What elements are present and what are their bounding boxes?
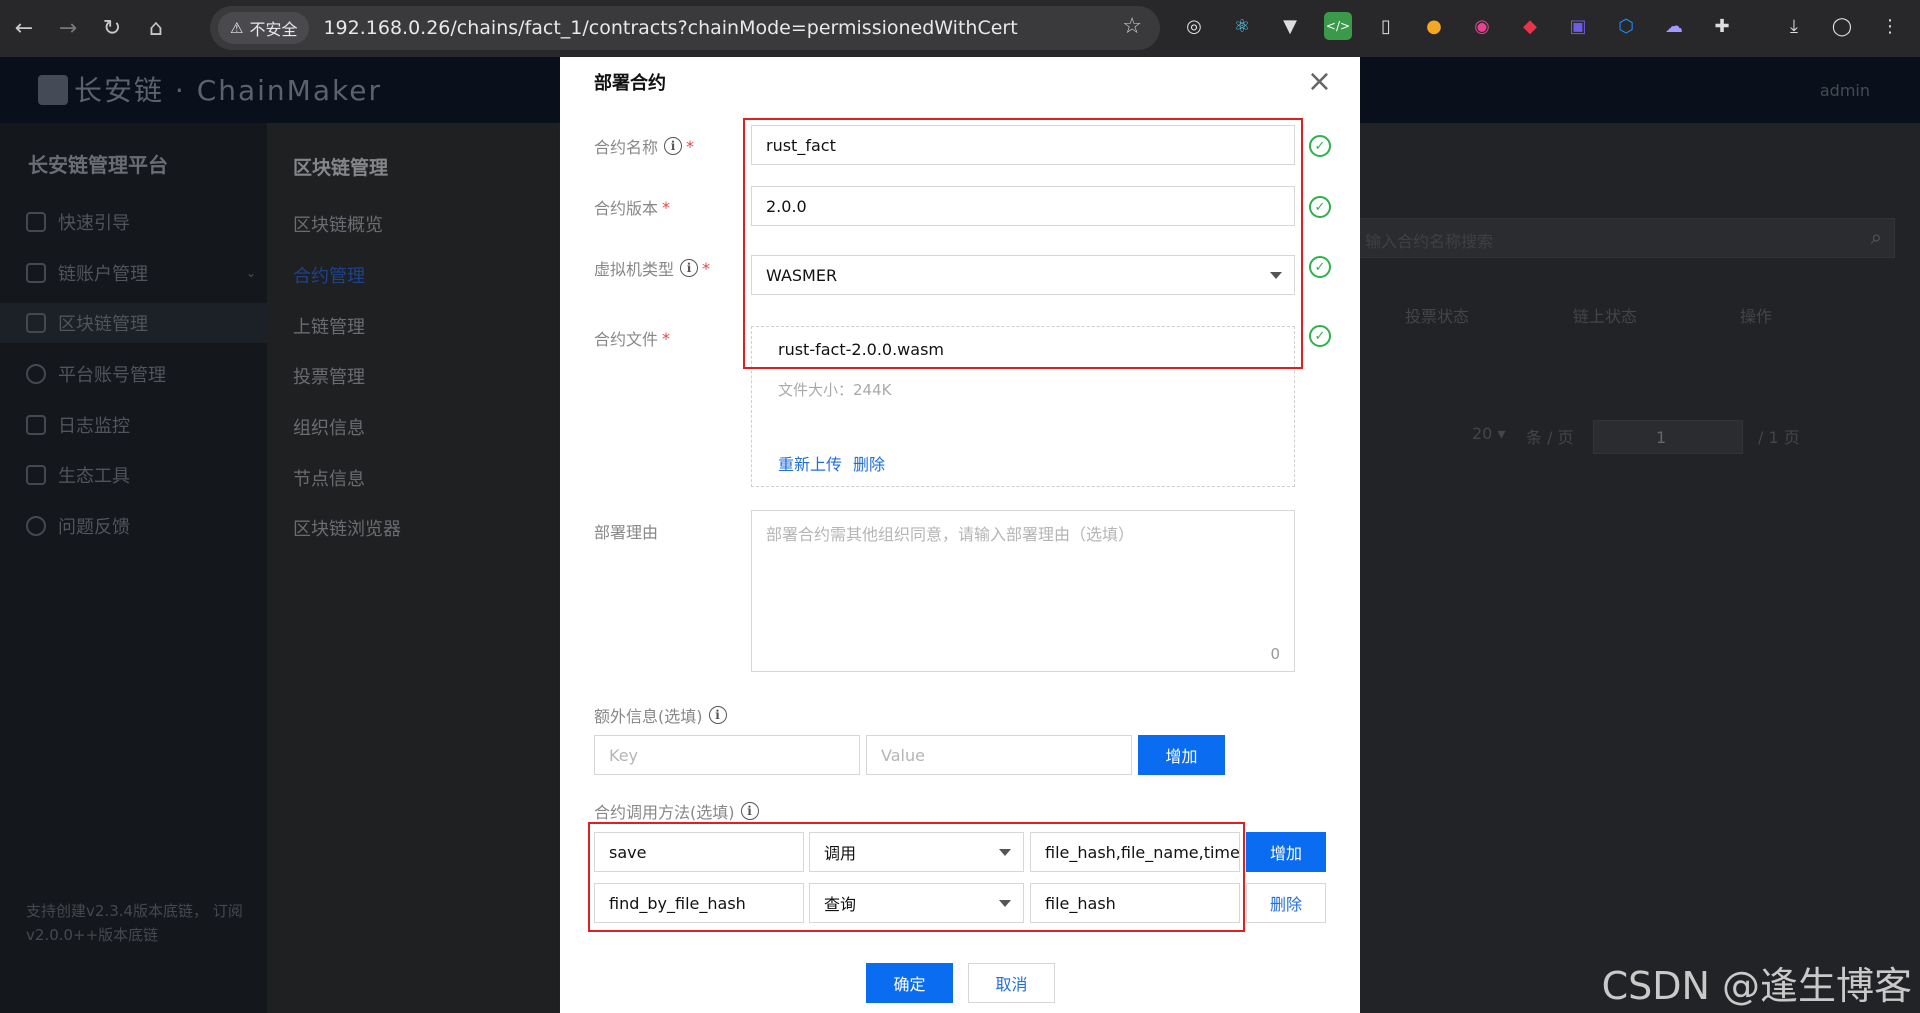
extra-value-input[interactable]: Value	[866, 735, 1132, 775]
close-icon[interactable]: ×	[1307, 67, 1332, 97]
extension-color-icon[interactable]: ●	[1420, 12, 1448, 40]
extension-circle-icon[interactable]: ◉	[1468, 12, 1496, 40]
extension-ghost-icon[interactable]: ☁	[1660, 12, 1688, 40]
extension-screenshot-icon[interactable]: ▣	[1564, 12, 1592, 40]
confirm-button[interactable]: 确定	[866, 963, 953, 1003]
highlight-box	[743, 118, 1303, 369]
methods-label: 合约调用方法(选填) i	[594, 799, 759, 823]
valid-check-icon: ✓	[1309, 325, 1331, 347]
extension-vue-icon[interactable]: ▼	[1276, 12, 1304, 40]
extension-react-icon[interactable]: ⚛	[1228, 12, 1256, 40]
home-icon[interactable]: ⌂	[136, 9, 176, 49]
valid-check-icon: ✓	[1309, 256, 1331, 278]
reload-icon[interactable]: ↻	[92, 9, 132, 49]
address-bar[interactable]: ⚠ 不安全 192.168.0.26/chains/fact_1/contrac…	[210, 6, 1160, 50]
delete-file-link[interactable]: 删除	[853, 451, 885, 475]
required-mark: *	[662, 328, 671, 348]
deploy-reason-textarea[interactable]: 部署合约需其他组织同意，请输入部署理由（选填） 0	[751, 510, 1295, 672]
deploy-reason-label: 部署理由	[594, 523, 659, 542]
required-mark: *	[702, 258, 711, 278]
vm-type-label: 虚拟机类型 i *	[594, 258, 711, 280]
menu-kebab-icon[interactable]: ⋮	[1876, 12, 1904, 40]
reupload-link[interactable]: 重新上传	[778, 451, 842, 475]
profile-icon[interactable]: ◯	[1828, 12, 1856, 40]
browser-toolbar: ← → ↻ ⌂ ⚠ 不安全 192.168.0.26/chains/fact_1…	[0, 0, 1920, 57]
contract-file-label: 合约文件 *	[594, 328, 671, 350]
extensions-puzzle-icon[interactable]: ✚	[1708, 12, 1736, 40]
info-icon[interactable]: i	[708, 706, 727, 724]
deploy-contract-modal: 部署合约 × 合约名称 i * rust_fact ✓ 合约版本 * 2.0.0 ✓ …	[560, 57, 1360, 1013]
security-label: 不安全	[249, 20, 298, 39]
extension-cube-icon[interactable]: ⬡	[1612, 12, 1640, 40]
contract-name-label: 合约名称 i *	[594, 136, 695, 158]
extension-device-icon[interactable]: ▯	[1372, 12, 1400, 40]
valid-check-icon: ✓	[1309, 135, 1331, 157]
extra-key-input[interactable]: Key	[594, 735, 860, 775]
info-icon[interactable]: i	[664, 137, 683, 155]
valid-check-icon: ✓	[1309, 196, 1331, 218]
extension-code-icon[interactable]: </>	[1324, 12, 1352, 40]
forward-icon[interactable]: →	[48, 9, 88, 49]
contract-version-label: 合约版本 *	[594, 197, 671, 219]
watermark: CSDN @逢生博客	[1601, 964, 1912, 1008]
extension-pocket-icon[interactable]: ◆	[1516, 12, 1544, 40]
required-mark: *	[686, 136, 695, 156]
info-icon[interactable]: i	[740, 802, 759, 820]
highlight-box	[588, 822, 1245, 932]
extra-info-label: 额外信息(选填) i	[594, 703, 727, 727]
warning-icon: ⚠	[230, 19, 244, 37]
add-method-button[interactable]: 增加	[1246, 832, 1326, 872]
extension-target-icon[interactable]: ◎	[1180, 12, 1208, 40]
delete-method-button[interactable]: 删除	[1246, 883, 1326, 923]
cancel-button[interactable]: 取消	[968, 963, 1055, 1003]
download-icon[interactable]: ⤓	[1780, 12, 1808, 40]
back-icon[interactable]: ←	[4, 9, 44, 49]
uploaded-file-size: 文件大小：244K	[778, 381, 892, 399]
info-icon[interactable]: i	[680, 259, 699, 277]
required-mark: *	[662, 197, 671, 217]
char-count: 0	[1270, 645, 1280, 663]
add-extra-button[interactable]: 增加	[1138, 735, 1225, 775]
security-chip[interactable]: ⚠ 不安全	[218, 12, 310, 44]
bookmark-star-icon[interactable]: ☆	[1122, 14, 1142, 39]
modal-title: 部署合约	[594, 73, 666, 94]
url-text[interactable]: 192.168.0.26/chains/fact_1/contracts?cha…	[323, 17, 1017, 39]
